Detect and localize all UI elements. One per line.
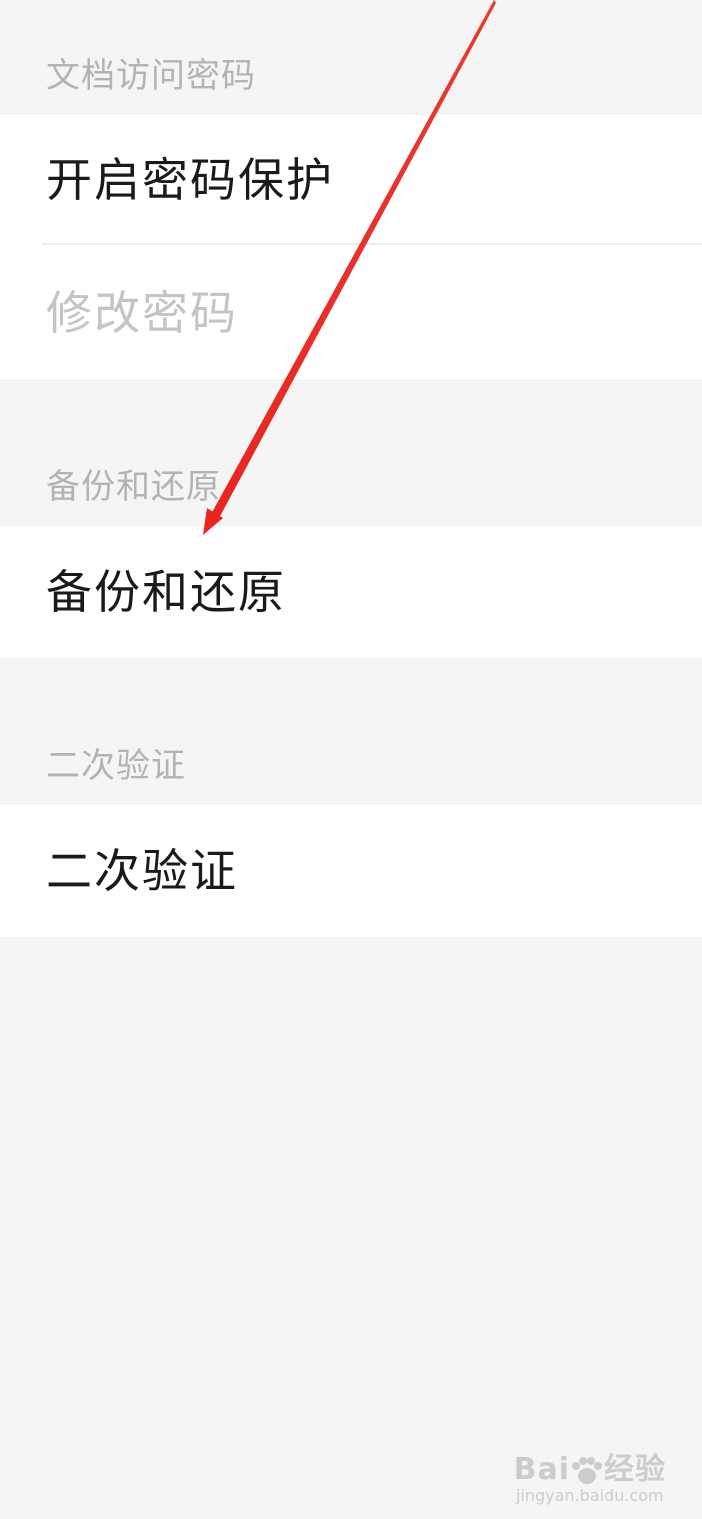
enable-password-protection-label: 开启密码保护	[46, 153, 334, 207]
section-header-two-step-verification: 二次验证	[46, 746, 186, 786]
document-password-card: 开启密码保护 修改密码	[0, 115, 702, 379]
two-step-verification-label: 二次验证	[46, 844, 238, 898]
two-step-verification-item[interactable]: 二次验证	[0, 843, 702, 899]
backup-restore-label: 备份和还原	[46, 565, 286, 619]
divider	[42, 243, 702, 245]
watermark-url: jingyan.baidu.com	[515, 1486, 664, 1505]
enable-password-protection-item[interactable]: 开启密码保护	[0, 152, 702, 208]
backup-restore-item[interactable]: 备份和还原	[0, 564, 702, 620]
watermark-logo-right: 经验	[604, 1452, 666, 1487]
watermark-logo-left: Bai	[513, 1452, 570, 1487]
section-header-backup-restore: 备份和还原	[46, 467, 221, 507]
paw-icon	[572, 1456, 602, 1484]
two-step-verification-card: 二次验证	[0, 805, 702, 937]
section-header-document-password: 文档访问密码	[46, 56, 256, 96]
backup-restore-card: 备份和还原	[0, 526, 702, 658]
change-password-item[interactable]: 修改密码	[0, 285, 702, 341]
change-password-label: 修改密码	[46, 286, 238, 340]
watermark: Bai 经验 jingyan.baidu.com	[514, 1453, 666, 1505]
watermark-logo: Bai 经验	[514, 1453, 666, 1487]
